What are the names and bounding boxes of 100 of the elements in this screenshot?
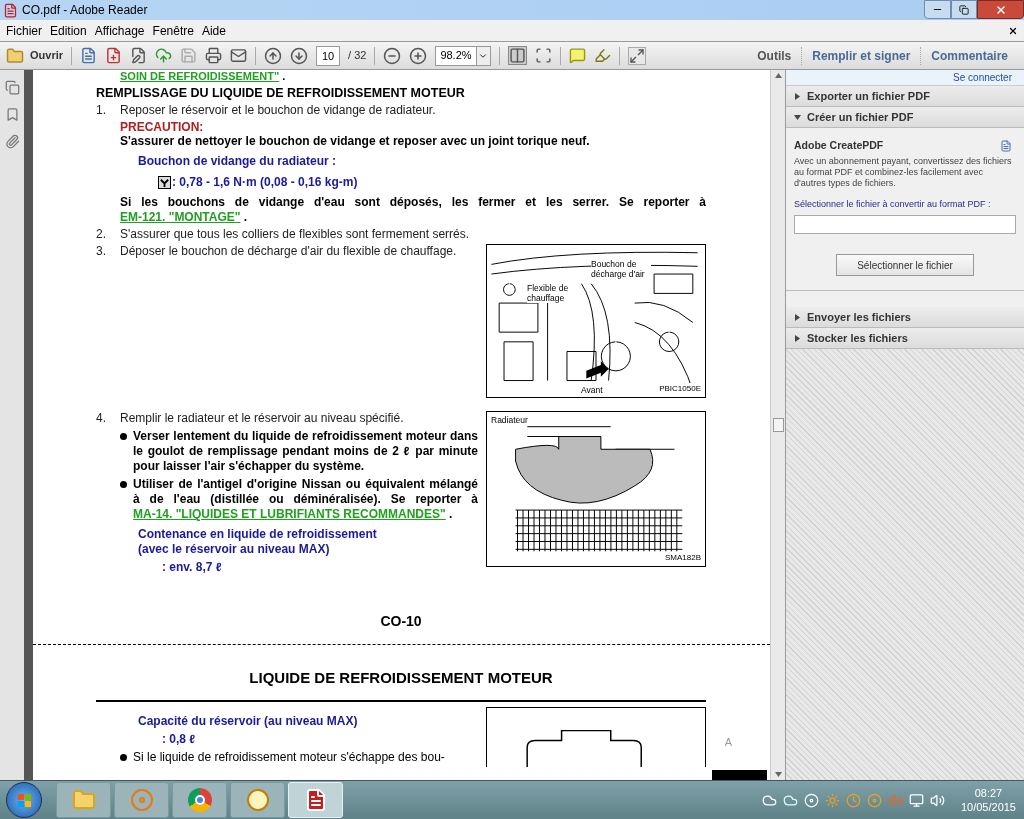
close-button[interactable]: [977, 0, 1024, 19]
instruction-text: Verser lentement du liquide de refroidissement moteur dans le goulot de remplissage pendant moins de 2 ℓ par minute pour laisser l'air s'échapper du système.: [133, 429, 478, 474]
step-number: 2.: [96, 227, 107, 242]
step-text: S'assurer que tous les colliers de flexibles sont fermement serrés.: [120, 227, 470, 242]
punctuation: .: [282, 70, 286, 82]
step-text: Remplir le radiateur et le réservoir au niveau spécifié.: [120, 411, 404, 426]
page-total: / 32: [348, 48, 367, 64]
caret-right-icon: [794, 92, 801, 100]
scroll-thumb[interactable]: [772, 418, 784, 432]
file-input-field[interactable]: [794, 215, 1016, 235]
fit-page-icon[interactable]: [534, 47, 552, 64]
browser-icon: [187, 788, 212, 812]
next-page-icon[interactable]: [290, 46, 308, 65]
clock-date[interactable]: 10/05/2015: [960, 800, 1016, 814]
monitor-icon[interactable]: [908, 792, 924, 808]
vertical-scrollbar[interactable]: [770, 70, 785, 780]
select-file-button[interactable]: Sélectionner le fichier: [836, 254, 974, 277]
zoom-in-icon[interactable]: [409, 46, 428, 65]
spec-label: Bouchon de vidange du radiateur :: [138, 154, 338, 169]
menu-item[interactable]: Fichier: [2, 21, 46, 40]
page-heading: LIQUIDE DE REFROIDISSEMENT MOTEUR: [248, 668, 554, 688]
caret-right-icon: [794, 313, 801, 321]
previous-page-icon[interactable]: [264, 46, 282, 65]
diagram-label: Radiateur: [491, 414, 528, 427]
taskbar-app-button[interactable]: [230, 782, 285, 818]
field-label: Sélectionner le fichier à convertir au format PDF :: [794, 197, 992, 211]
volume-icon[interactable]: [929, 792, 945, 808]
panel-section-header[interactable]: Stocker les fichiers: [786, 328, 1024, 350]
step-number: 1.: [96, 103, 107, 118]
capacity-value: : 0,8 ℓ: [162, 731, 197, 747]
caret-right-icon: [794, 334, 801, 342]
cloud-icon[interactable]: [761, 792, 777, 808]
diagram-label: Avant: [581, 385, 603, 395]
document-icon[interactable]: [80, 47, 97, 64]
arrow-icon: [586, 361, 609, 379]
page-number-label: CO-10: [379, 612, 423, 631]
full-screen-icon[interactable]: [627, 46, 646, 65]
capacity-value: : env. 8,7 ℓ: [162, 560, 223, 575]
mail-icon[interactable]: [230, 47, 247, 64]
restore-button[interactable]: [951, 0, 977, 19]
comment-icon[interactable]: [568, 47, 586, 64]
step-number: 3.: [96, 244, 107, 259]
close-icon[interactable]: [1008, 25, 1018, 36]
spec-label: Contenance en liquide de refroidissement (avec le réservoir au niveau MAX): [138, 527, 378, 557]
start-button[interactable]: [6, 782, 42, 818]
step-number: 4.: [96, 411, 107, 426]
page-edge-block: [712, 770, 767, 780]
panel-section-header[interactable]: Envoyer les fichiers: [786, 307, 1024, 329]
caret-down-icon: [794, 113, 801, 121]
document-icon: [1000, 139, 1012, 152]
margin-letter: A: [724, 735, 732, 750]
page-number-field[interactable]: 10: [316, 45, 340, 66]
step-text: Reposer le réservoir et le bouchon de vidange de radiateur.: [120, 103, 436, 118]
taskbar-app-button[interactable]: [172, 782, 227, 818]
instruction-text: Si le liquide de refroidissement moteur s'échappe des bou-: [133, 749, 445, 765]
panel-title: Adobe CreatePDF: [794, 138, 884, 153]
folder-icon: [71, 788, 96, 812]
section-heading: REMPLISSAGE DU LIQUIDE DE REFROIDISSEMENT MOTEUR: [96, 86, 466, 101]
document-edit-icon[interactable]: [130, 47, 147, 64]
menu-item[interactable]: Aide: [197, 21, 230, 40]
instruction-text: Si les bouchons de vidange d'eau sont déposés, les fermer et les serrer. Se reporter à EM-121. "MONTAGE" .: [120, 195, 706, 225]
open-button[interactable]: Ouvrir: [6, 46, 63, 65]
spec-label: Capacité du réservoir (au niveau MAX): [138, 713, 359, 729]
pages-icon[interactable]: [4, 80, 20, 95]
scroll-down-icon[interactable]: [774, 772, 782, 777]
close-icon: [994, 3, 1007, 16]
bullet-icon: [120, 433, 127, 440]
scroll-up-icon[interactable]: [774, 73, 782, 78]
windows-logo: [17, 793, 31, 807]
diagram-label: Flexible de chauffage: [527, 283, 571, 303]
toolbar-tab[interactable]: Outils: [747, 46, 802, 65]
panel-description: Avec un abonnement payant, convertissez des fichiers au format PDF et combinez-les facilement avec d'autres types de fichiers.: [794, 155, 1013, 189]
toolbar-tab[interactable]: Commentaire: [920, 46, 1018, 65]
panel-section-header[interactable]: Exporter un fichier PDF: [786, 86, 1024, 107]
menu-item[interactable]: Edition: [46, 21, 91, 40]
menu-item[interactable]: Fenêtre: [148, 21, 198, 40]
document-add-icon[interactable]: [105, 47, 122, 64]
highlight-icon[interactable]: [593, 47, 611, 64]
precaution-text: S'assurer de nettoyer le bouchon de vidange et reposer avec un joint torique neuf.: [120, 134, 591, 149]
menu-item[interactable]: Affichage: [90, 21, 149, 40]
cloud-upload-icon[interactable]: [155, 47, 172, 64]
save-icon[interactable]: [180, 47, 197, 64]
window-title: CO.pdf - Adobe Reader: [22, 2, 148, 19]
print-icon[interactable]: [205, 47, 222, 64]
zoom-dropdown[interactable]: 98.2%: [435, 45, 491, 66]
restore-icon: [959, 4, 969, 15]
torque-value: : 0,78 - 1,6 N·m (0,08 - 0,16 kg-m): [172, 175, 358, 190]
cloud-icon[interactable]: [782, 792, 798, 808]
zoom-out-icon[interactable]: [383, 46, 402, 65]
bullet-icon: [120, 481, 127, 488]
step-text: Déposer le bouchon de décharge d'air du flexible de chauffage.: [120, 244, 457, 259]
play-disc-icon: [129, 788, 154, 812]
page-layout-icon[interactable]: [507, 46, 527, 65]
paperclip-icon[interactable]: [4, 134, 20, 149]
toolbar-tab[interactable]: Remplir et signer: [801, 46, 921, 65]
folder-icon: [6, 46, 24, 65]
precaution-label: PRECAUTION:: [120, 120, 205, 134]
pdf-app-icon: [3, 2, 18, 18]
panel-section-header[interactable]: Créer un fichier PDF: [786, 107, 1024, 128]
bookmark-icon[interactable]: [4, 107, 20, 122]
